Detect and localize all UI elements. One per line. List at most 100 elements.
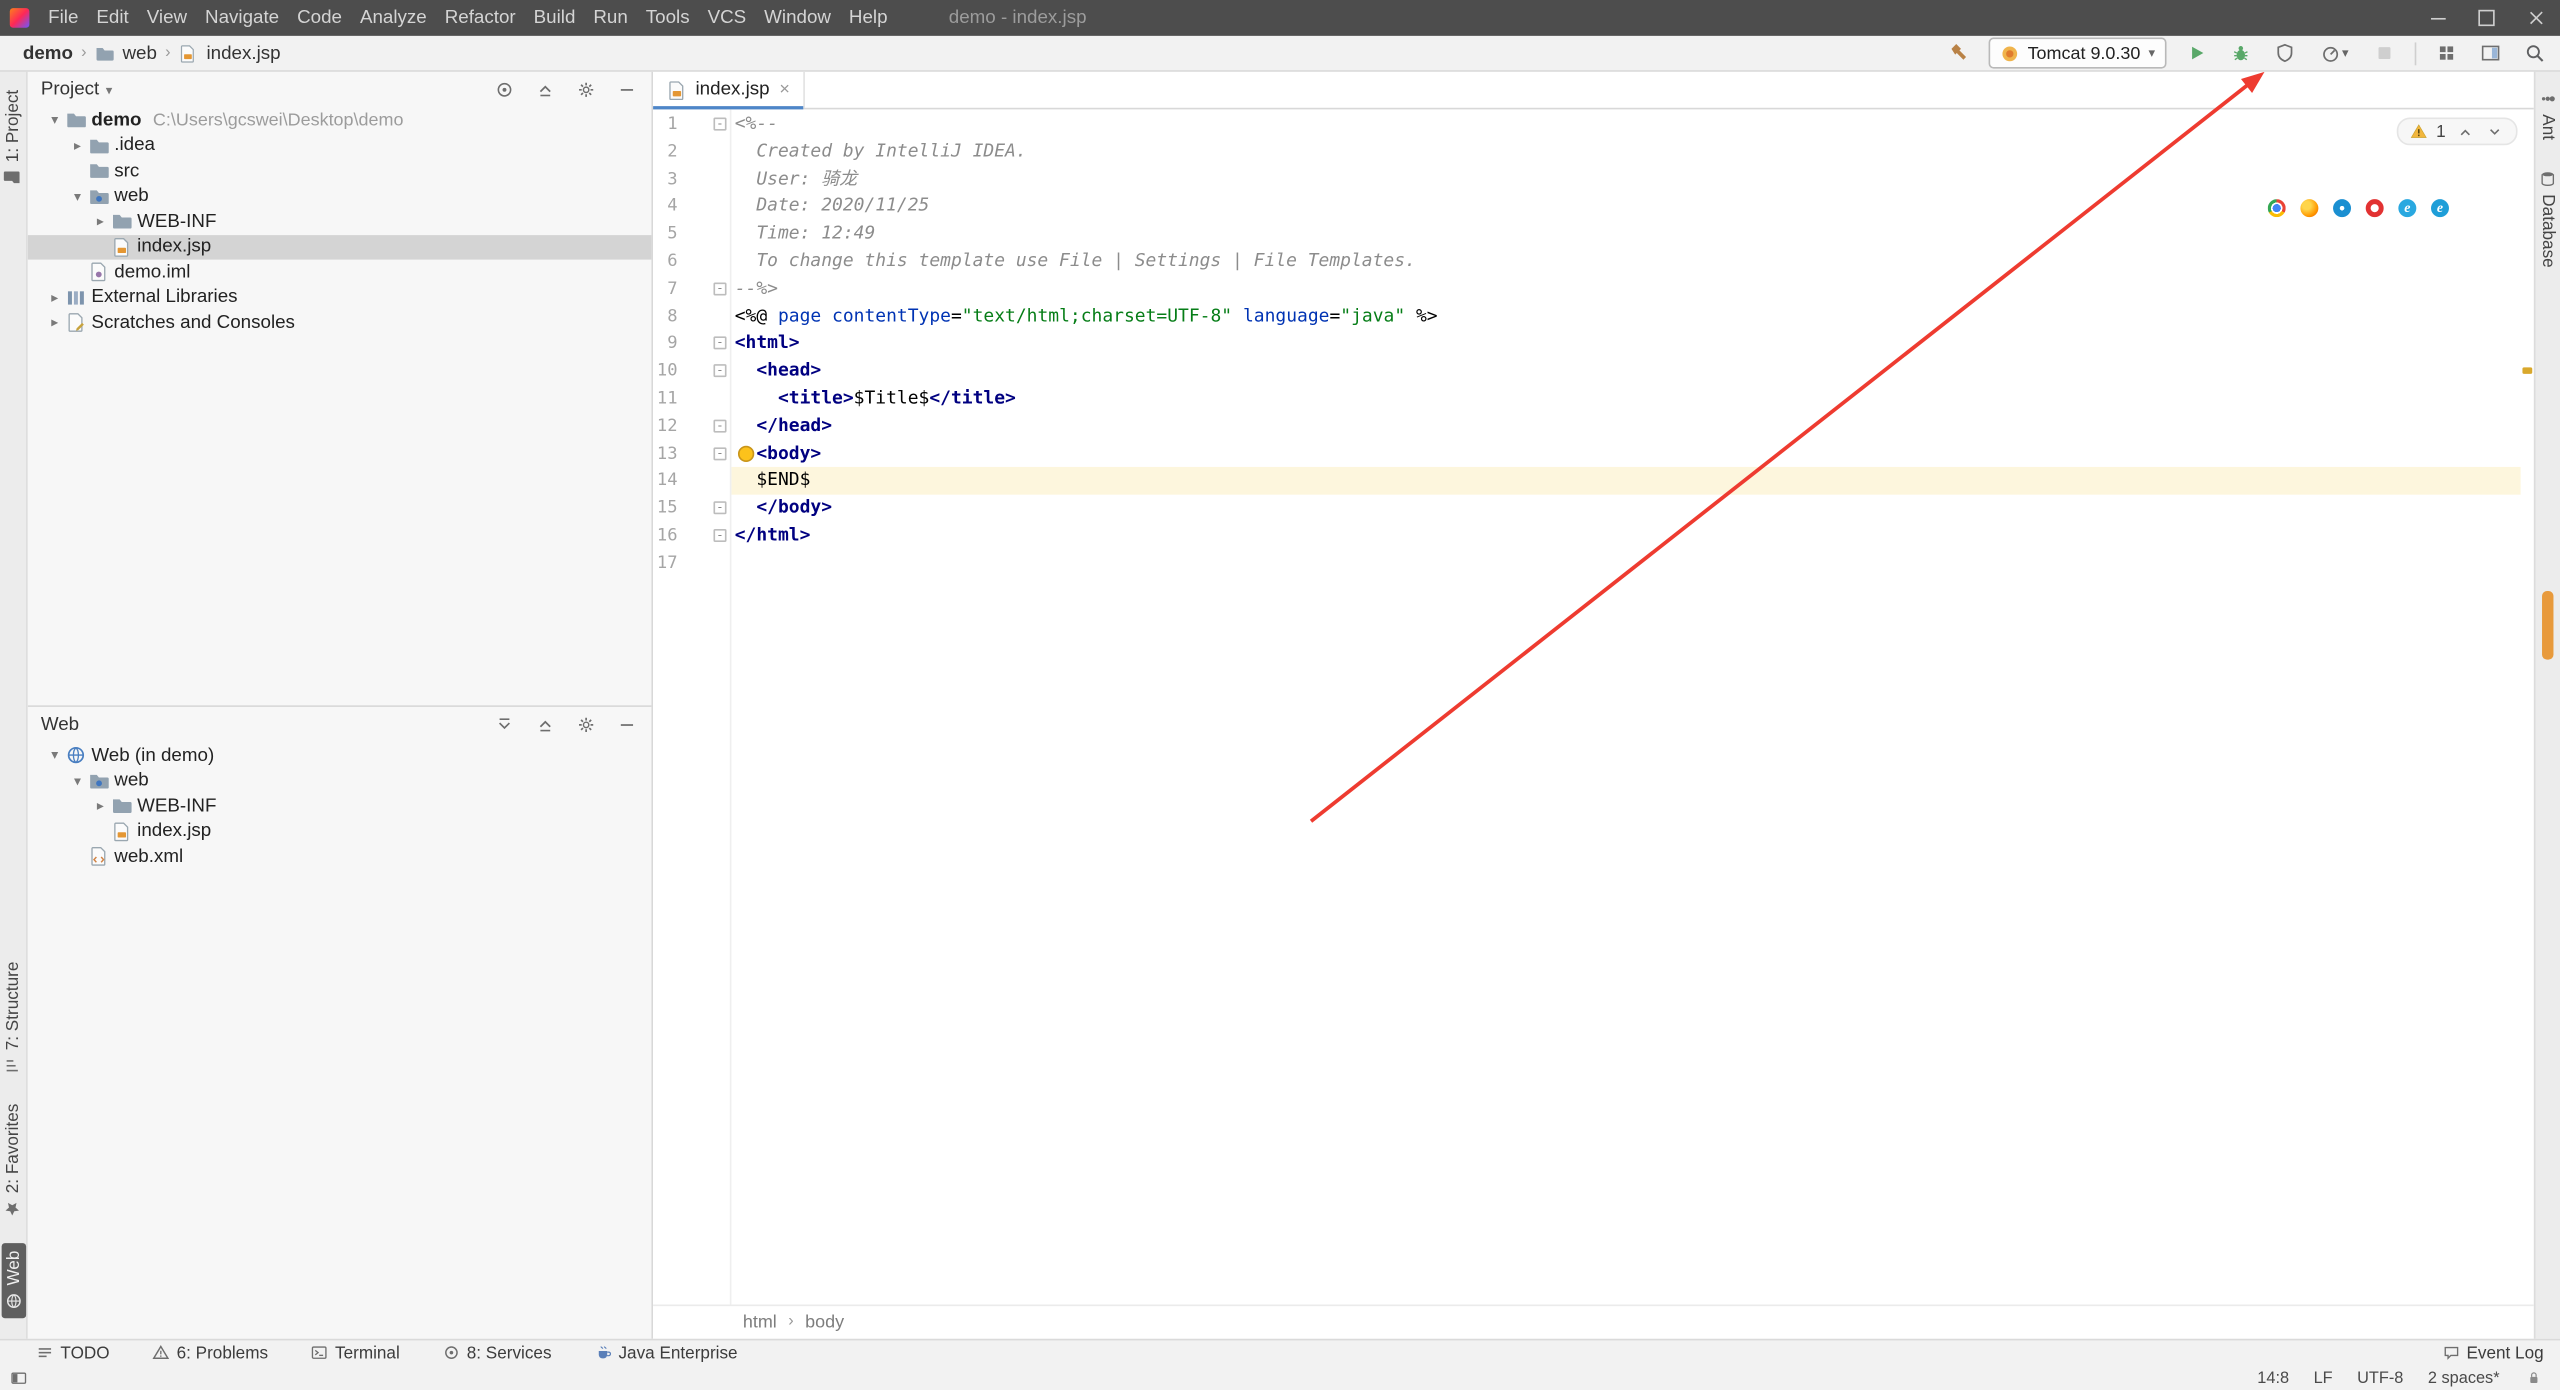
tree-item-web-in-demo[interactable]: ▾ Web (in demo) (28, 743, 652, 768)
menu-run[interactable]: Run (584, 8, 636, 28)
menu-tools[interactable]: Tools (637, 8, 699, 28)
toolwindow-button-8-services[interactable]: 8: Services (442, 1343, 552, 1362)
tree-item-demo-iml[interactable]: demo.iml (28, 260, 652, 285)
fold-close-icon[interactable]: - (713, 418, 727, 433)
toolwindow-button-database[interactable]: Database (2538, 169, 2558, 267)
tree-item-web[interactable]: ▾ web (28, 184, 652, 209)
intention-bulb-icon[interactable] (737, 445, 755, 463)
menu-help[interactable]: Help (840, 8, 897, 28)
tree-expand-arrow-icon[interactable]: ▸ (44, 314, 65, 332)
menu-navigate[interactable]: Navigate (196, 8, 288, 28)
fold-close-icon[interactable]: - (713, 528, 727, 542)
firefox-browser-icon[interactable] (2300, 199, 2319, 218)
menu-build[interactable]: Build (525, 8, 585, 28)
toolwindow-button-java-enterprise[interactable]: Java Enterprise (594, 1343, 738, 1362)
tree-item-demo[interactable]: ▾ demo C:\Users\gcswei\Desktop\demo (28, 108, 652, 133)
breadcrumb-index-jsp[interactable]: index.jsp (206, 43, 280, 63)
toolwindow-button-6-problems[interactable]: 6: Problems (152, 1343, 268, 1362)
tree-collapse-arrow-icon[interactable]: ▾ (67, 187, 88, 205)
fold-open-icon[interactable]: - (713, 336, 727, 350)
tree-expand-arrow-icon[interactable]: ▸ (90, 797, 111, 815)
settings-button[interactable] (573, 713, 597, 737)
hide-button[interactable] (614, 78, 638, 102)
tree-item-idea[interactable]: ▸ .idea (28, 133, 652, 158)
debug-button[interactable] (2225, 38, 2256, 67)
tree-item-web-inf[interactable]: ▸ WEB-INF (28, 793, 652, 818)
editor-breadcrumb-html[interactable]: html (743, 1312, 777, 1332)
safari-browser-icon[interactable] (2333, 199, 2352, 218)
minimize-button[interactable] (2413, 0, 2462, 36)
editor-gutter[interactable]: 1-2 3 4 5 6 7-8 9-10-11 12-13-14 15-16-17 (653, 109, 732, 1304)
settings-button[interactable] (573, 78, 597, 102)
profiler-button[interactable]: ▾ (2313, 38, 2355, 67)
collapse-all-button[interactable] (532, 78, 556, 102)
menu-edit[interactable]: Edit (87, 8, 137, 28)
stop-button[interactable] (2369, 38, 2400, 67)
grid-button[interactable] (2431, 38, 2462, 67)
fold-open-icon[interactable]: - (713, 446, 727, 460)
tree-collapse-arrow-icon[interactable]: ▾ (44, 747, 65, 765)
fold-close-icon[interactable]: - (713, 501, 727, 515)
status-line-ending[interactable]: LF (2314, 1369, 2333, 1387)
menu-refactor[interactable]: Refactor (436, 8, 525, 28)
edge-browser-icon[interactable]: e (2431, 199, 2449, 218)
editor-tab-index-jsp[interactable]: index.jsp × (653, 71, 805, 110)
select-opened-file-button[interactable] (491, 78, 515, 102)
tree-item-web-inf[interactable]: ▸ WEB-INF (28, 209, 652, 234)
prev-warning-button[interactable] (2454, 121, 2475, 142)
toolwindow-button-1-project[interactable]: 1: Project (3, 90, 23, 187)
breadcrumb-demo[interactable]: demo (23, 43, 73, 63)
status-indent-style[interactable]: 2 spaces* (2428, 1369, 2500, 1387)
run-button[interactable] (2181, 38, 2212, 67)
close-button[interactable] (2511, 0, 2560, 36)
search-button[interactable] (2519, 38, 2550, 67)
menu-code[interactable]: Code (288, 8, 351, 28)
toolwindow-button-ant[interactable]: Ant (2538, 90, 2558, 140)
menu-window[interactable]: Window (755, 8, 840, 28)
hide-button[interactable] (614, 713, 638, 737)
chevron-down-icon[interactable]: ▾ (106, 82, 113, 97)
code-area[interactable]: <%-- Created by IntelliJ IDEA. User: 骑龙 … (731, 109, 2521, 1303)
tree-expand-arrow-icon[interactable]: ▸ (44, 289, 65, 307)
tree-item-index-jsp[interactable]: index.jsp (28, 819, 652, 844)
status-file-encoding[interactable]: UTF-8 (2357, 1369, 2403, 1387)
menu-view[interactable]: View (138, 8, 196, 28)
tree-item-external-libraries[interactable]: ▸ External Libraries (28, 285, 652, 310)
fold-open-icon[interactable]: - (713, 364, 727, 378)
ie-browser-icon[interactable]: e (2398, 199, 2417, 218)
menu-vcs[interactable]: VCS (699, 8, 756, 28)
toolwindow-button-todo[interactable]: TODO (36, 1343, 110, 1362)
fold-open-icon[interactable]: - (713, 117, 727, 131)
tree-item-src[interactable]: src (28, 158, 652, 183)
readonly-lock-icon[interactable] (2524, 1368, 2544, 1388)
breadcrumb-web[interactable]: web (122, 43, 156, 63)
tree-item-web[interactable]: ▾ web (28, 768, 652, 793)
tree-expand-arrow-icon[interactable]: ▸ (67, 137, 88, 155)
tree-item-scratches-and-consoles[interactable]: ▸ Scratches and Consoles (28, 310, 652, 335)
expand-all-button[interactable] (491, 713, 515, 737)
coverage-button[interactable] (2269, 38, 2300, 67)
chrome-browser-icon[interactable] (2267, 199, 2286, 218)
toolwindow-switcher-button[interactable] (7, 1367, 30, 1388)
tab-close-icon[interactable]: × (779, 80, 790, 100)
toolwindow-button-web[interactable]: Web (0, 1242, 26, 1319)
inspections-widget[interactable]: 1 (2396, 117, 2518, 146)
status-caret-position[interactable]: 14:8 (2257, 1369, 2289, 1387)
toolwindow-button-terminal[interactable]: Terminal (311, 1343, 400, 1362)
opera-browser-icon[interactable] (2365, 199, 2384, 218)
tree-item-web-xml[interactable]: web.xml (28, 844, 652, 869)
toolwindow-button-event-log[interactable]: Event Log (2442, 1343, 2544, 1362)
build-button[interactable] (1943, 38, 1974, 67)
tree-item-index-jsp[interactable]: index.jsp (27, 234, 652, 260)
tree-collapse-arrow-icon[interactable]: ▾ (44, 111, 65, 129)
editor-breadcrumb-body[interactable]: body (805, 1312, 844, 1332)
tree-collapse-arrow-icon[interactable]: ▾ (67, 772, 88, 790)
toolwindow-button-7-structure[interactable]: 7: Structure (3, 962, 23, 1075)
menu-file[interactable]: File (39, 8, 87, 28)
project-panel-title[interactable]: Project (41, 80, 99, 100)
next-warning-button[interactable] (2483, 121, 2504, 142)
collapse-all-button[interactable] (532, 713, 556, 737)
run-config-combo[interactable]: Tomcat 9.0.30 ▾ (1988, 37, 2167, 69)
layout-button[interactable] (2475, 38, 2506, 67)
menu-analyze[interactable]: Analyze (351, 8, 436, 28)
